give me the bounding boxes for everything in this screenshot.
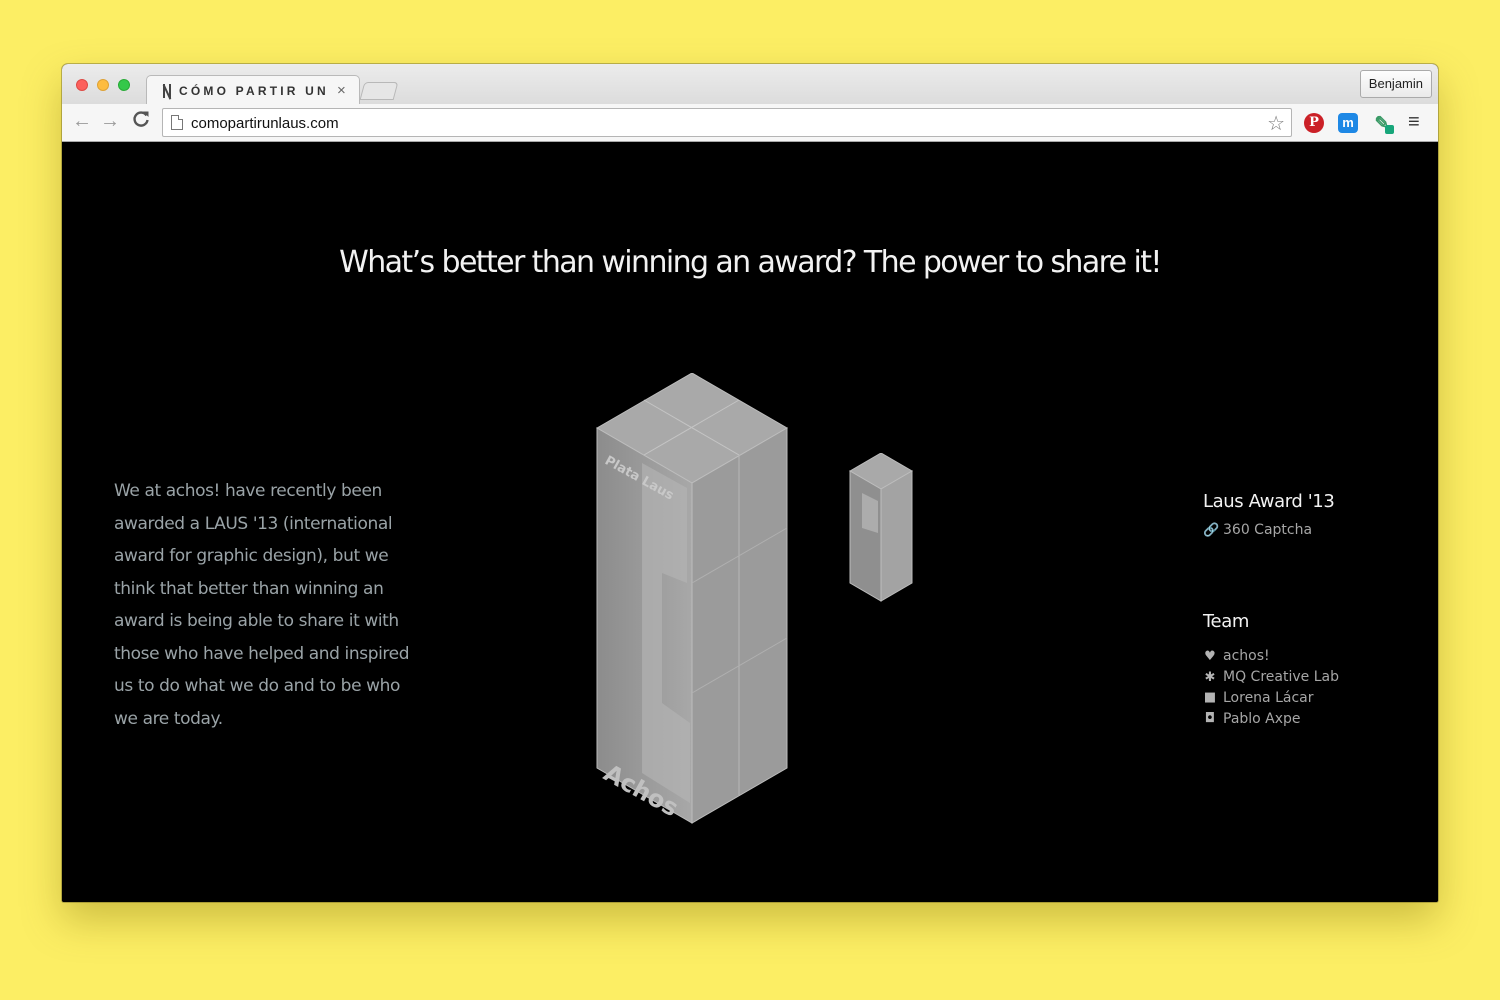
video-camera-icon: ■: [1203, 690, 1217, 706]
zoom-window-button[interactable]: [118, 79, 130, 91]
camera-icon: ◘: [1204, 711, 1216, 727]
team-member[interactable]: ✱ MQ Creative Lab: [1203, 667, 1423, 688]
bookmark-star-icon[interactable]: ☆: [1267, 111, 1285, 136]
team-list: ♥ achos! ✱ MQ Creative Lab ■ Lorena Láca…: [1203, 646, 1423, 729]
team-section: Team ♥ achos! ✱ MQ Creative Lab ■ Lorena…: [1203, 611, 1423, 729]
team-member[interactable]: ■ Lorena Lácar: [1203, 688, 1423, 709]
eyedropper-icon[interactable]: ✎: [1372, 113, 1394, 134]
title-bar: CÓMO PARTIR UN LAUS × Benjamin: [62, 64, 1438, 105]
pinterest-icon[interactable]: P: [1304, 113, 1324, 133]
close-window-button[interactable]: [76, 79, 88, 91]
team-title: Team: [1203, 611, 1249, 632]
site-favicon-icon: [163, 84, 171, 98]
tab-close-icon[interactable]: ×: [337, 82, 346, 99]
intro-paragraph: We at achos! have recently been awarded …: [114, 481, 410, 729]
award-link[interactable]: 🔗 360 Captcha: [1203, 522, 1423, 538]
team-member-name[interactable]: Pablo Axpe: [1223, 711, 1301, 727]
trophy-3d-large[interactable]: Plata Laus Achos: [582, 373, 822, 843]
page-headline: What’s better than winning an award? The…: [339, 245, 1162, 280]
team-member-name[interactable]: MQ Creative Lab: [1223, 669, 1339, 685]
award-link-label[interactable]: 360 Captcha: [1223, 522, 1312, 538]
reload-arrow-icon: [133, 111, 149, 127]
team-member-name[interactable]: achos!: [1223, 648, 1270, 664]
team-member[interactable]: ♥ achos!: [1203, 646, 1423, 667]
small-trophy-left-face: [849, 470, 882, 602]
reload-icon[interactable]: [132, 110, 150, 132]
menu-icon[interactable]: ≡: [1408, 111, 1420, 134]
forward-arrow-icon[interactable]: →: [100, 111, 120, 131]
page-content: What’s better than winning an award? The…: [62, 143, 1438, 902]
award-title: Laus Award '13: [1203, 491, 1335, 512]
back-arrow-icon[interactable]: ←: [72, 111, 92, 131]
small-trophy-right-face: [880, 470, 913, 602]
browser-tab[interactable]: CÓMO PARTIR UN LAUS ×: [146, 75, 360, 105]
page-icon: [171, 115, 183, 130]
profile-button[interactable]: Benjamin: [1359, 70, 1432, 98]
tab-title: CÓMO PARTIR UN LAUS: [179, 84, 329, 98]
team-member-name[interactable]: Lorena Lácar: [1223, 690, 1314, 706]
minimize-window-button[interactable]: [97, 79, 109, 91]
gear-icon: ✱: [1204, 669, 1216, 685]
browser-toolbar: ← → comopartirunlaus.com ☆ P m ✎ ≡: [62, 104, 1438, 142]
link-icon: 🔗: [1203, 522, 1220, 538]
browser-window: CÓMO PARTIR UN LAUS × Benjamin ← → comop…: [62, 64, 1438, 902]
trophy-3d-small[interactable]: [842, 453, 920, 608]
messenger-icon[interactable]: m: [1338, 113, 1358, 133]
award-section: Laus Award '13 🔗 360 Captcha: [1203, 491, 1423, 538]
heart-icon: ♥: [1204, 648, 1216, 664]
url-text[interactable]: comopartirunlaus.com: [191, 115, 339, 132]
address-bar[interactable]: comopartirunlaus.com ☆: [162, 108, 1292, 137]
new-tab-button[interactable]: [359, 82, 399, 100]
team-member[interactable]: ◘ Pablo Axpe: [1203, 708, 1423, 729]
